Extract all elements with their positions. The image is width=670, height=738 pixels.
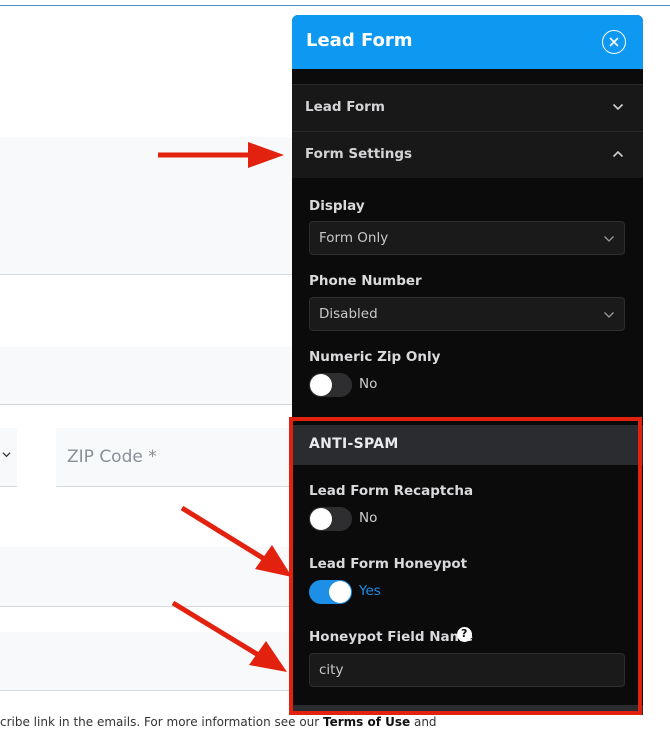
panel-title: Lead Form — [306, 30, 413, 51]
page-top-border — [0, 5, 670, 6]
honeypot-label: Lead Form Honeypot — [309, 556, 468, 572]
accordion-label: Lead Form — [305, 99, 385, 115]
accordion-lead-form[interactable]: Lead Form — [292, 84, 643, 131]
chevron-down-icon — [612, 103, 624, 111]
numeric-zip-toggle[interactable] — [309, 373, 352, 397]
panel-header: Lead Form — [292, 15, 643, 69]
numeric-zip-value: No — [359, 376, 378, 392]
bg-select-field[interactable] — [0, 428, 17, 487]
recaptcha-label: Lead Form Recaptcha — [309, 483, 474, 499]
terms-of-use-link[interactable]: Terms of Use — [323, 715, 410, 729]
honeypot-toggle[interactable] — [309, 580, 352, 604]
display-select[interactable]: Form Only — [309, 221, 625, 255]
honeypot-field-name-value: city — [319, 662, 344, 678]
accordion-form-settings[interactable]: Form Settings — [292, 131, 643, 178]
phone-number-value: Disabled — [319, 306, 378, 322]
bg-form-field[interactable] — [0, 632, 300, 691]
zip-code-placeholder: ZIP Code * — [67, 447, 157, 467]
toggle-knob — [310, 508, 332, 530]
display-label: Display — [309, 198, 365, 214]
phone-number-label: Phone Number — [309, 273, 422, 289]
toggle-knob — [310, 374, 332, 396]
phone-number-select[interactable]: Disabled — [309, 297, 625, 331]
honeypot-value: Yes — [359, 583, 381, 599]
toggle-knob — [329, 581, 351, 603]
footer-text-suffix: and — [410, 715, 437, 729]
honeypot-field-name-label: Honeypot Field Name — [309, 629, 473, 645]
footer-text: cribe link in the emails. For more infor… — [0, 715, 324, 729]
chevron-down-icon — [604, 236, 614, 242]
accordion-label: Form Settings — [305, 146, 413, 162]
recaptcha-toggle[interactable] — [309, 507, 352, 531]
anti-spam-heading: ANTI-SPAM — [309, 436, 399, 452]
chevron-up-icon — [612, 150, 624, 158]
bg-form-field[interactable] — [0, 547, 300, 607]
recaptcha-value: No — [359, 510, 378, 526]
numeric-zip-label: Numeric Zip Only — [309, 349, 441, 365]
display-value: Form Only — [319, 230, 389, 246]
footer-disclaimer: cribe link in the emails. For more infor… — [0, 715, 437, 729]
anti-spam-section-header: ANTI-SPAM — [293, 425, 643, 465]
bg-form-field[interactable] — [0, 347, 300, 405]
chevron-down-icon — [2, 452, 11, 458]
close-icon — [609, 37, 619, 47]
zip-code-input[interactable]: ZIP Code * — [56, 428, 300, 487]
panel-footer — [292, 705, 643, 715]
close-button[interactable] — [602, 30, 626, 54]
chevron-down-icon — [604, 312, 614, 318]
honeypot-field-name-input[interactable]: city — [309, 653, 625, 687]
lead-form-panel: Lead Form Lead Form Form Settings Displa… — [292, 15, 643, 715]
bg-form-field[interactable] — [0, 137, 300, 275]
help-question-icon[interactable]: ? — [457, 627, 472, 642]
